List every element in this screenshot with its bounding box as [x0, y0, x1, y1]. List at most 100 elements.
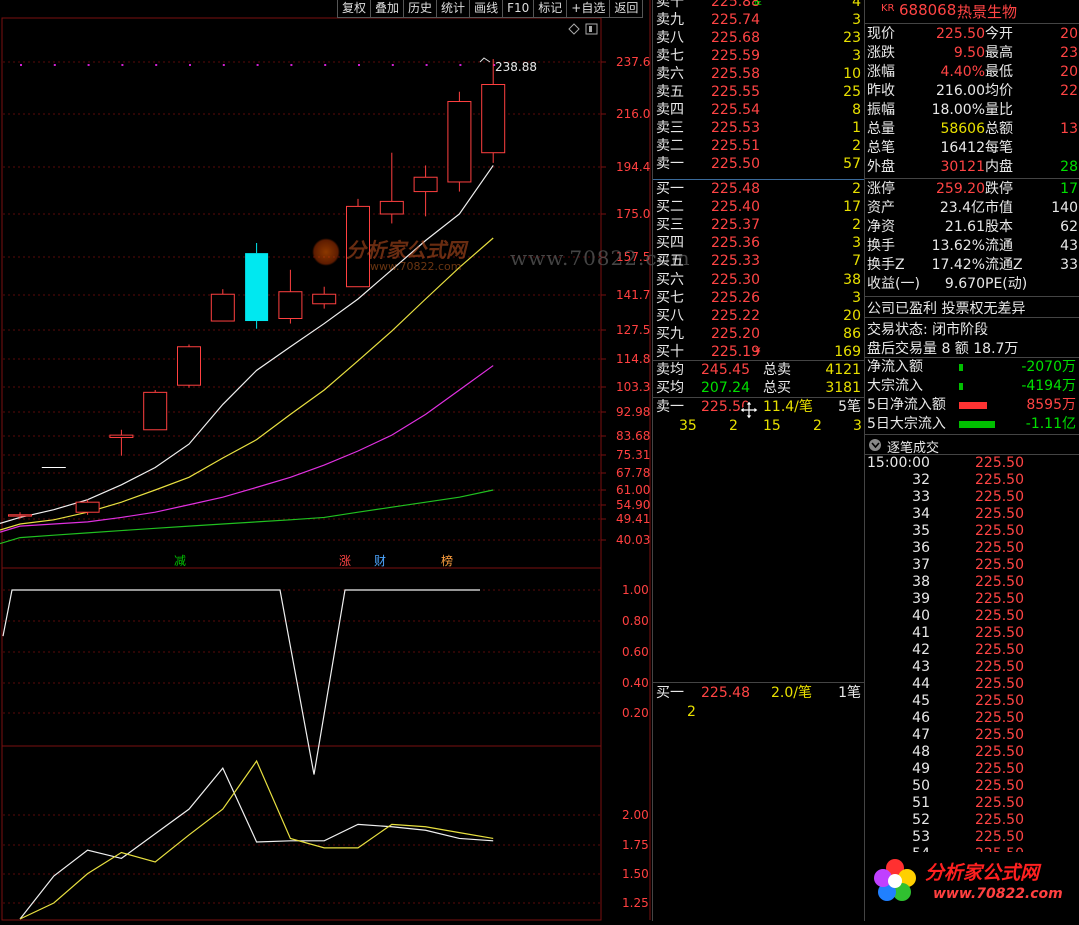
summary-value: 207.24: [701, 380, 750, 396]
ask-row[interactable]: 卖二 225.51 2: [653, 137, 865, 155]
summary-label: 总卖: [763, 362, 791, 378]
ask-row[interactable]: 卖七 225.59 3: [653, 47, 865, 65]
tick-row[interactable]: 32 225.50: [865, 472, 1079, 489]
flow-label: 大宗流入: [867, 378, 923, 394]
quote-row[interactable]: 涨跌 9.50 最高 23: [865, 44, 1079, 63]
quote-row[interactable]: 涨幅 4.40% 最低 20: [865, 63, 1079, 82]
quote-row[interactable]: 昨收 216.00 均价 22: [865, 82, 1079, 101]
toolbar-button-2[interactable]: 历史: [403, 0, 438, 18]
tick-row[interactable]: 42 225.50: [865, 642, 1079, 659]
quote-row[interactable]: 换手 13.62% 流通 43: [865, 237, 1079, 256]
ask-row[interactable]: 卖三 225.53 1: [653, 119, 865, 137]
tick-row[interactable]: 50 225.50: [865, 778, 1079, 795]
quote-row[interactable]: 外盘 30121 内盘 28: [865, 158, 1079, 177]
ask1-detail-row[interactable]: 卖一 225.50 11.4/笔 5笔: [653, 398, 865, 416]
tick-row[interactable]: 35 225.50: [865, 523, 1079, 540]
bid1-detail-row[interactable]: 买一 225.48 2.0/笔 1笔: [653, 684, 865, 702]
ask-row[interactable]: 卖五 225.55 25: [653, 83, 865, 101]
tick-row[interactable]: 36 225.50: [865, 540, 1079, 557]
summary-row[interactable]: 买均 207.24 总买 3181: [653, 379, 865, 397]
ask-row[interactable]: 卖一 225.50 57: [653, 155, 865, 173]
bid-row[interactable]: 买七 225.26 3: [653, 289, 865, 307]
brand-logo: 分析家公式网 www.70822.com: [867, 852, 1079, 918]
tick-row[interactable]: 38 225.50: [865, 574, 1079, 591]
toolbar-button-6[interactable]: 标记: [533, 0, 568, 18]
ask-row[interactable]: 卖六 225.58 10: [653, 65, 865, 83]
quote-row[interactable]: 涨停 259.20 跌停 17: [865, 180, 1079, 199]
quote-row[interactable]: 总量 58606 总额 13: [865, 120, 1079, 139]
flow-row[interactable]: 5日净流入额 8595万: [865, 396, 1079, 415]
ask1-queue-row[interactable]: 35 2 15 2 3: [653, 417, 865, 435]
tick-time: 43: [912, 659, 930, 675]
bid-row[interactable]: 买五 225.33 7: [653, 252, 865, 270]
tick-row[interactable]: 41 225.50: [865, 625, 1079, 642]
chart-area[interactable]: 237.6 216.0 194.4 175.0 157.5 141.7 127.5 114.8…: [0, 0, 690, 921]
stock-header[interactable]: KR 688068 热景生物: [865, 0, 1079, 22]
tick-time: 48: [912, 744, 930, 760]
bid1-queue-row[interactable]: 2: [653, 703, 865, 721]
ask-row[interactable]: 卖十 225.88 金 4: [653, 0, 865, 11]
ind1-tick-label: 0.60: [622, 645, 649, 659]
event-tag-1[interactable]: 涨: [339, 553, 351, 568]
ask-row[interactable]: 卖九 225.74 3: [653, 11, 865, 29]
quote-row[interactable]: 总笔 16412 每笔: [865, 139, 1079, 158]
quote-row[interactable]: 振幅 18.00% 量比: [865, 101, 1079, 120]
bid-row[interactable]: 买一 225.48 2: [653, 180, 865, 198]
tick-row[interactable]: 45 225.50: [865, 693, 1079, 710]
tick-row[interactable]: 44 225.50: [865, 676, 1079, 693]
trade-status: 交易状态: 闭市阶段: [867, 322, 989, 338]
diamond-icon[interactable]: [568, 23, 580, 35]
tick-time: 33: [912, 489, 930, 505]
toolbar-button-8[interactable]: 返回: [609, 0, 644, 18]
tick-row[interactable]: 34 225.50: [865, 506, 1079, 523]
ask-row[interactable]: 卖八 225.68 23: [653, 29, 865, 47]
bid-row[interactable]: 买三 225.37 2: [653, 216, 865, 234]
tick-price: 225.50: [975, 710, 1024, 726]
flow-row[interactable]: 净流入额 -2070万: [865, 358, 1079, 377]
summary-row[interactable]: 卖均 245.45 总卖 4121: [653, 361, 865, 379]
toolbar-button-4[interactable]: 画线: [469, 0, 504, 18]
toolbar-button-7[interactable]: +自选: [566, 0, 611, 18]
flow-row[interactable]: 大宗流入 -4194万: [865, 377, 1079, 396]
toolbar-button-0[interactable]: 复权: [337, 0, 372, 18]
ticks-header[interactable]: 逐笔成交: [867, 437, 1079, 456]
bid-row[interactable]: 买九 225.20 86: [653, 325, 865, 343]
bid-row[interactable]: 买八 225.22 20: [653, 307, 865, 325]
tick-row[interactable]: 49 225.50: [865, 761, 1079, 778]
quote-row[interactable]: 收益(一) 9.670 PE(动): [865, 275, 1079, 294]
quote-row[interactable]: 资产 23.4亿 市值 140: [865, 199, 1079, 218]
tick-row[interactable]: 47 225.50: [865, 727, 1079, 744]
quote-label: 股本: [985, 219, 1013, 235]
quote-row[interactable]: 换手Z 17.42% 流通Z 33: [865, 256, 1079, 275]
bid-row[interactable]: 买二 225.40 17: [653, 198, 865, 216]
tick-row[interactable]: 40 225.50: [865, 608, 1079, 625]
quote-row[interactable]: 净资 21.61 股本 62: [865, 218, 1079, 237]
quote-label: 最低: [985, 64, 1013, 80]
tick-row[interactable]: 48 225.50: [865, 744, 1079, 761]
toolbar-button-5[interactable]: F10: [502, 0, 535, 18]
bid-row[interactable]: 买六 225.30 38: [653, 271, 865, 289]
event-tag-2[interactable]: 财: [374, 554, 386, 568]
tick-row[interactable]: 15:00:00 225.50: [865, 455, 1079, 472]
toolbar-button-3[interactable]: 统计: [436, 0, 471, 18]
tick-row[interactable]: 39 225.50: [865, 591, 1079, 608]
tick-row[interactable]: 52 225.50: [865, 812, 1079, 829]
flow-row[interactable]: 5日大宗流入 -1.11亿: [865, 415, 1079, 434]
event-tag-0[interactable]: 减: [174, 554, 186, 568]
tick-row[interactable]: 51 225.50: [865, 795, 1079, 812]
kline-chart[interactable]: 237.6216.0194.4175.0157.5141.7127.5114.8…: [0, 0, 652, 921]
quote-value: 13: [1060, 121, 1078, 137]
quote-row[interactable]: 现价 225.50 今开 20: [865, 25, 1079, 44]
bid-row[interactable]: 买十 225.19 ¥169: [653, 343, 865, 361]
ask-label: 卖十: [656, 0, 684, 10]
tick-row[interactable]: 46 225.50: [865, 710, 1079, 727]
bid-row[interactable]: 买四 225.36 3: [653, 234, 865, 252]
tick-row[interactable]: 53 225.50: [865, 829, 1079, 846]
ask-row[interactable]: 卖四 225.54 8: [653, 101, 865, 119]
tick-row[interactable]: 37 225.50: [865, 557, 1079, 574]
event-tag-3[interactable]: 榜: [441, 553, 453, 568]
tick-row[interactable]: 43 225.50: [865, 659, 1079, 676]
tick-row[interactable]: 33 225.50: [865, 489, 1079, 506]
toolbar-button-1[interactable]: 叠加: [370, 0, 405, 18]
bid-price: 225.22: [711, 307, 760, 324]
